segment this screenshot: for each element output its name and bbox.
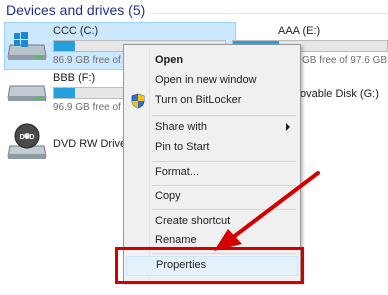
red-arrow-icon bbox=[214, 171, 320, 251]
